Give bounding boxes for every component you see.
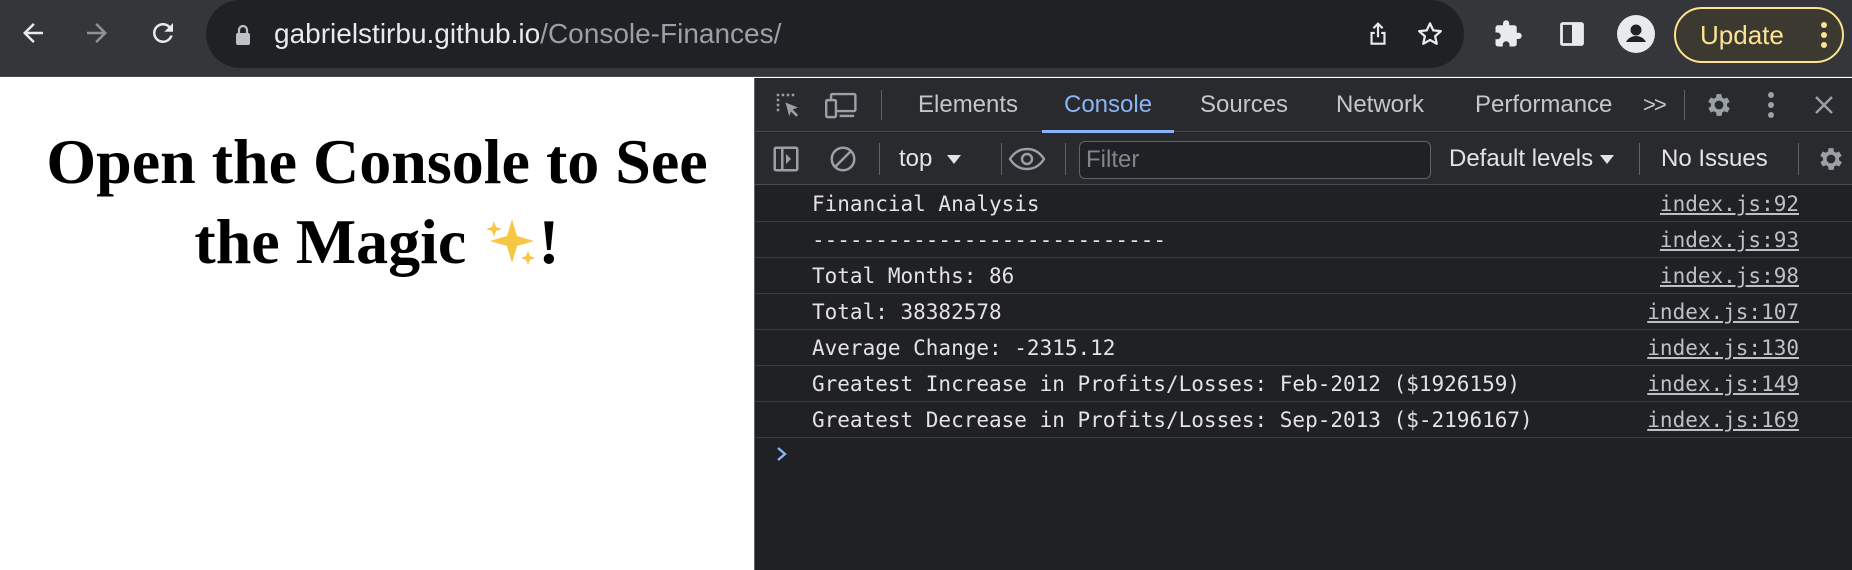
context-selector[interactable]: top — [899, 143, 962, 175]
clear-console-icon[interactable] — [828, 144, 858, 174]
live-expression-eye-icon[interactable] — [1007, 144, 1047, 174]
console-message-text: Total Months: 86 — [812, 264, 1015, 288]
url-path: /Console-Finances/ — [540, 18, 782, 49]
vertical-dots-icon — [1820, 21, 1828, 54]
arrow-left-icon — [23, 23, 43, 43]
toolbar-divider — [1639, 143, 1640, 175]
console-message-text: Greatest Decrease in Profits/Losses: Sep… — [812, 408, 1533, 432]
console-message-text: Greatest Increase in Profits/Losses: Feb… — [812, 372, 1521, 396]
console-message-row: Greatest Decrease in Profits/Losses: Sep… — [755, 402, 1852, 438]
arrow-right-icon — [87, 23, 107, 43]
url-host: gabrielstirbu.github.io — [274, 18, 541, 49]
heading-text: Open the Console to See the Magic — [46, 126, 708, 277]
more-options-icon[interactable] — [1759, 89, 1783, 121]
triangle-down-icon — [1600, 155, 1615, 164]
tab-network[interactable]: Network — [1336, 78, 1424, 132]
issues-counter[interactable]: No Issues — [1661, 143, 1768, 175]
console-source-link[interactable]: index.js:93 — [1660, 226, 1799, 254]
sparkles-icon — [482, 202, 538, 282]
browser-toolbar: gabrielstirbu.github.io/Console-Finances… — [0, 0, 1852, 77]
console-source-link[interactable]: index.js:130 — [1647, 334, 1799, 362]
share-icon — [1370, 22, 1386, 45]
log-levels-dropdown[interactable]: Default levels — [1449, 143, 1615, 175]
bookmark-button[interactable] — [1406, 10, 1454, 58]
console-source-link[interactable]: index.js:169 — [1647, 406, 1799, 434]
extensions-button[interactable] — [1484, 10, 1532, 58]
console-message-text: Total: 38382578 — [812, 300, 1002, 324]
reload-icon — [153, 23, 173, 43]
side-panel-button[interactable] — [1548, 10, 1596, 58]
console-message-row: Average Change: -2315.12 index.js:130 — [755, 330, 1852, 366]
console-source-link[interactable]: index.js:149 — [1647, 370, 1799, 398]
log-levels-label: Default levels — [1449, 145, 1594, 172]
heading-end: ! — [538, 206, 560, 277]
console-message-text: Financial Analysis — [812, 192, 1040, 216]
console-settings-gear-icon[interactable] — [1815, 143, 1847, 175]
console-message-row: Total Months: 86 index.js:98 — [755, 258, 1852, 294]
console-message-row: Total: 38382578 index.js:107 — [755, 294, 1852, 330]
device-toolbar-icon[interactable] — [825, 90, 859, 120]
inspect-element-icon[interactable] — [773, 90, 803, 120]
more-tabs-button[interactable]: >> — [1643, 78, 1667, 132]
console-toolbar: top Default levels No Issues — [755, 133, 1852, 185]
toolbar-divider — [1684, 90, 1685, 120]
toolbar-divider — [1001, 143, 1002, 175]
tab-console[interactable]: Console — [1041, 78, 1175, 133]
devtools-panel: Elements Console Sources Network Perform… — [754, 78, 1852, 570]
person-icon — [1617, 15, 1655, 53]
url-text: gabrielstirbu.github.io/Console-Finances… — [274, 18, 781, 50]
update-button[interactable]: Update — [1674, 7, 1844, 63]
console-message-row: Financial Analysis index.js:92 — [755, 186, 1852, 222]
console-message-row: ---------------------------- index.js:93 — [755, 222, 1852, 258]
triangle-down-icon — [947, 155, 962, 164]
star-icon — [1418, 22, 1442, 45]
console-messages: Financial Analysis index.js:92 ---------… — [755, 186, 1852, 482]
toolbar-divider — [1065, 143, 1066, 175]
devtools-tabbar: Elements Console Sources Network Perform… — [755, 78, 1852, 133]
close-devtools-icon[interactable] — [1810, 91, 1838, 119]
side-panel-icon — [1560, 22, 1584, 46]
forward-button[interactable] — [73, 9, 121, 57]
context-label: top — [899, 145, 933, 172]
back-button[interactable] — [9, 9, 57, 57]
update-label: Update — [1700, 19, 1784, 50]
address-bar[interactable]: gabrielstirbu.github.io/Console-Finances… — [206, 0, 1464, 68]
toolbar-divider — [881, 90, 882, 120]
share-button[interactable] — [1354, 10, 1402, 58]
console-filter-input[interactable] — [1079, 141, 1431, 179]
console-message-row: Greatest Increase in Profits/Losses: Feb… — [755, 366, 1852, 402]
console-prompt[interactable] — [755, 438, 1852, 482]
lock-icon[interactable] — [234, 24, 252, 51]
console-source-link[interactable]: index.js:98 — [1660, 262, 1799, 290]
toolbar-divider — [879, 143, 880, 175]
tab-elements[interactable]: Elements — [918, 78, 1018, 132]
tab-performance[interactable]: Performance — [1475, 78, 1612, 132]
reload-button[interactable] — [139, 9, 187, 57]
settings-gear-icon[interactable] — [1703, 89, 1735, 121]
chevron-right-icon — [775, 444, 789, 469]
console-message-text: ---------------------------- — [812, 228, 1167, 252]
page-heading: Open the Console to See the Magic ! — [20, 122, 734, 282]
page-viewport: Open the Console to See the Magic ! — [0, 78, 754, 570]
console-source-link[interactable]: index.js:92 — [1660, 190, 1799, 218]
console-message-text: Average Change: -2315.12 — [812, 336, 1116, 360]
tab-sources[interactable]: Sources — [1200, 78, 1288, 132]
puzzle-icon — [1495, 20, 1522, 47]
profile-button[interactable] — [1612, 10, 1660, 58]
console-source-link[interactable]: index.js:107 — [1647, 298, 1799, 326]
sidebar-toggle-icon[interactable] — [771, 144, 801, 174]
toolbar-divider — [1798, 143, 1799, 175]
